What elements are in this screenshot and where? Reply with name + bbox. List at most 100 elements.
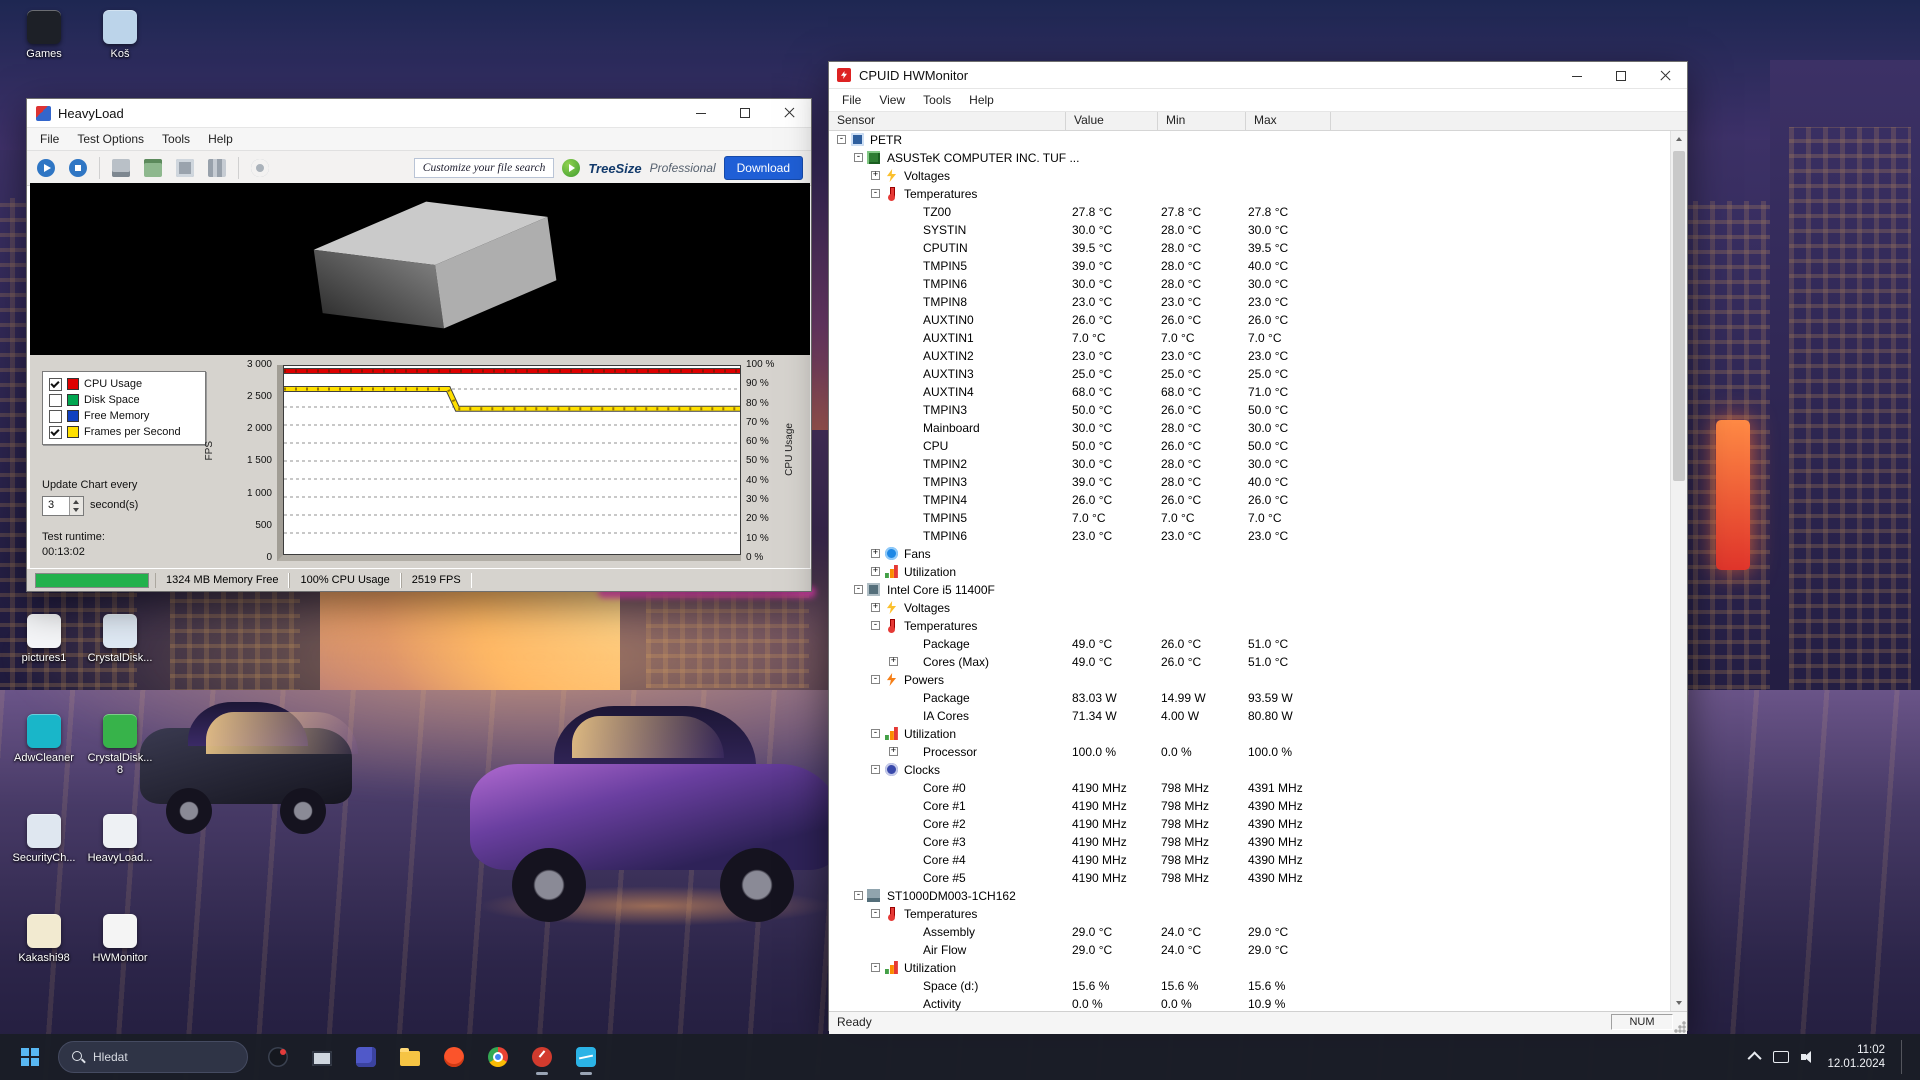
sensor-row[interactable]: TMPIN623.0 °C23.0 °C23.0 °C	[829, 527, 1671, 545]
teams-button[interactable]	[346, 1037, 386, 1077]
expand-toggle[interactable]: -	[837, 135, 846, 144]
category-row[interactable]: -Utilization	[829, 725, 1671, 743]
sensor-row[interactable]: Core #04190 MHz798 MHz4391 MHz	[829, 779, 1671, 797]
category-row[interactable]: -Powers	[829, 671, 1671, 689]
sensor-row[interactable]: +Processor100.0 %0.0 %100.0 %	[829, 743, 1671, 761]
sensor-row[interactable]: Core #34190 MHz798 MHz4390 MHz	[829, 833, 1671, 851]
expand-toggle[interactable]: -	[871, 963, 880, 972]
category-row[interactable]: -Clocks	[829, 761, 1671, 779]
unchecked-checkbox[interactable]	[49, 410, 62, 423]
heavyload-taskbar-button[interactable]	[522, 1037, 562, 1077]
expand-toggle[interactable]: +	[871, 171, 880, 180]
sensor-row[interactable]: TMPIN539.0 °C28.0 °C40.0 °C	[829, 257, 1671, 275]
sensor-row[interactable]: Package49.0 °C26.0 °C51.0 °C	[829, 635, 1671, 653]
maximize-button[interactable]	[723, 99, 767, 127]
desktop-icon-crystaldiskmark[interactable]: CrystalDisk...	[84, 614, 156, 664]
sensor-row[interactable]: Core #54190 MHz798 MHz4390 MHz	[829, 869, 1671, 887]
search-box[interactable]: Hledat	[58, 1041, 248, 1073]
device-row[interactable]: -ASUSTeK COMPUTER INC. TUF ...	[829, 149, 1671, 167]
sensor-row[interactable]: Space (d:)15.6 %15.6 %15.6 %	[829, 977, 1671, 995]
expand-toggle[interactable]: -	[871, 621, 880, 630]
spinner-arrows[interactable]	[69, 497, 83, 515]
sensor-row[interactable]: TZ0027.8 °C27.8 °C27.8 °C	[829, 203, 1671, 221]
minimize-button[interactable]	[679, 99, 723, 127]
expand-toggle[interactable]: +	[871, 567, 880, 576]
column-header-sensor[interactable]: Sensor	[829, 112, 1066, 130]
legend-row[interactable]: Disk Space	[49, 392, 199, 408]
expand-toggle[interactable]: +	[871, 549, 880, 558]
desktop-icon-games[interactable]: Games	[8, 10, 80, 60]
expand-toggle[interactable]: +	[889, 747, 898, 756]
sensor-row[interactable]: AUXTIN17.0 °C7.0 °C7.0 °C	[829, 329, 1671, 347]
sensor-row[interactable]: Package83.03 W14.99 W93.59 W	[829, 689, 1671, 707]
expand-toggle[interactable]: -	[871, 765, 880, 774]
expand-toggle[interactable]: -	[871, 729, 880, 738]
expand-toggle[interactable]: -	[854, 153, 863, 162]
sensor-row[interactable]: +Cores (Max)49.0 °C26.0 °C51.0 °C	[829, 653, 1671, 671]
sensor-row[interactable]: Air Flow29.0 °C24.0 °C29.0 °C	[829, 941, 1671, 959]
stop-test-button[interactable]	[65, 155, 91, 181]
sensor-row[interactable]: Core #24190 MHz798 MHz4390 MHz	[829, 815, 1671, 833]
sensor-row[interactable]: AUXTIN468.0 °C68.0 °C71.0 °C	[829, 383, 1671, 401]
desktop-icon-pictures1[interactable]: pictures1	[8, 614, 80, 664]
sensor-row[interactable]: AUXTIN325.0 °C25.0 °C25.0 °C	[829, 365, 1671, 383]
unchecked-checkbox[interactable]	[49, 394, 62, 407]
expand-toggle[interactable]: -	[854, 891, 863, 900]
desktop-icon-crystaldiskinfo8[interactable]: CrystalDisk... 8	[84, 714, 156, 776]
column-header-min[interactable]: Min	[1158, 112, 1246, 130]
checked-checkbox[interactable]	[49, 378, 62, 391]
hwmonitor-menu-file[interactable]: File	[833, 91, 870, 109]
computer-row[interactable]: -PETR	[829, 131, 1671, 149]
expand-toggle[interactable]: +	[871, 603, 880, 612]
sensor-row[interactable]: TMPIN426.0 °C26.0 °C26.0 °C	[829, 491, 1671, 509]
device-row[interactable]: -Intel Core i5 11400F	[829, 581, 1671, 599]
expand-toggle[interactable]: +	[889, 657, 898, 666]
column-header-max[interactable]: Max	[1246, 112, 1331, 130]
sensor-row[interactable]: TMPIN630.0 °C28.0 °C30.0 °C	[829, 275, 1671, 293]
sensor-row[interactable]: TMPIN339.0 °C28.0 °C40.0 °C	[829, 473, 1671, 491]
scroll-thumb[interactable]	[1673, 151, 1685, 481]
legend-row[interactable]: Free Memory	[49, 408, 199, 424]
start-test-button[interactable]	[33, 155, 59, 181]
category-row[interactable]: -Temperatures	[829, 185, 1671, 203]
sensor-row[interactable]: Core #14190 MHz798 MHz4390 MHz	[829, 797, 1671, 815]
desktop-icon-heavyload[interactable]: HeavyLoad...	[84, 814, 156, 864]
category-row[interactable]: -Temperatures	[829, 617, 1671, 635]
sensor-row[interactable]: TMPIN823.0 °C23.0 °C23.0 °C	[829, 293, 1671, 311]
sensor-row[interactable]: Assembly29.0 °C24.0 °C29.0 °C	[829, 923, 1671, 941]
category-row[interactable]: -Utilization	[829, 959, 1671, 977]
expand-toggle[interactable]: -	[871, 909, 880, 918]
hwmonitor-menu-tools[interactable]: Tools	[914, 91, 960, 109]
scroll-down-arrow[interactable]	[1671, 995, 1687, 1011]
monitor-app-button[interactable]	[302, 1037, 342, 1077]
memory-test-button[interactable]	[140, 155, 166, 181]
show-desktop-strip[interactable]	[1901, 1040, 1906, 1074]
heavyload-menu-file[interactable]: File	[31, 130, 68, 148]
sensor-row[interactable]: AUXTIN223.0 °C23.0 °C23.0 °C	[829, 347, 1671, 365]
category-row[interactable]: +Utilization	[829, 563, 1671, 581]
category-row[interactable]: +Voltages	[829, 599, 1671, 617]
sensor-row[interactable]: Activity0.0 %0.0 %10.9 %	[829, 995, 1671, 1011]
legend-row[interactable]: CPU Usage	[49, 376, 199, 392]
category-row[interactable]: +Voltages	[829, 167, 1671, 185]
expand-toggle[interactable]: -	[871, 675, 880, 684]
cpu-test-button[interactable]	[172, 155, 198, 181]
desktop-icon-adwcleaner[interactable]: AdwCleaner	[8, 714, 80, 764]
category-row[interactable]: +Fans	[829, 545, 1671, 563]
desktop-icon-kakashi98[interactable]: Kakashi98	[8, 914, 80, 964]
treesize-ad[interactable]: Customize your file search TreeSize Prof…	[414, 155, 803, 181]
legend-row[interactable]: Frames per Second	[49, 424, 199, 440]
minimize-button[interactable]	[1555, 62, 1599, 88]
heavyload-menu-help[interactable]: Help	[199, 130, 242, 148]
maximize-button[interactable]	[1599, 62, 1643, 88]
tray-chevron-icon[interactable]	[1748, 1051, 1762, 1065]
hwmonitor-menu-view[interactable]: View	[870, 91, 914, 109]
close-button[interactable]	[1643, 62, 1687, 88]
sensor-row[interactable]: TMPIN350.0 °C26.0 °C50.0 °C	[829, 401, 1671, 419]
sensor-row[interactable]: SYSTIN30.0 °C28.0 °C30.0 °C	[829, 221, 1671, 239]
heavyload-menu-tools[interactable]: Tools	[153, 130, 199, 148]
hwmonitor-menu-help[interactable]: Help	[960, 91, 1003, 109]
sensor-row[interactable]: TMPIN57.0 °C7.0 °C7.0 °C	[829, 509, 1671, 527]
scroll-up-arrow[interactable]	[1671, 131, 1687, 147]
hwmonitor-taskbar-button[interactable]	[566, 1037, 606, 1077]
